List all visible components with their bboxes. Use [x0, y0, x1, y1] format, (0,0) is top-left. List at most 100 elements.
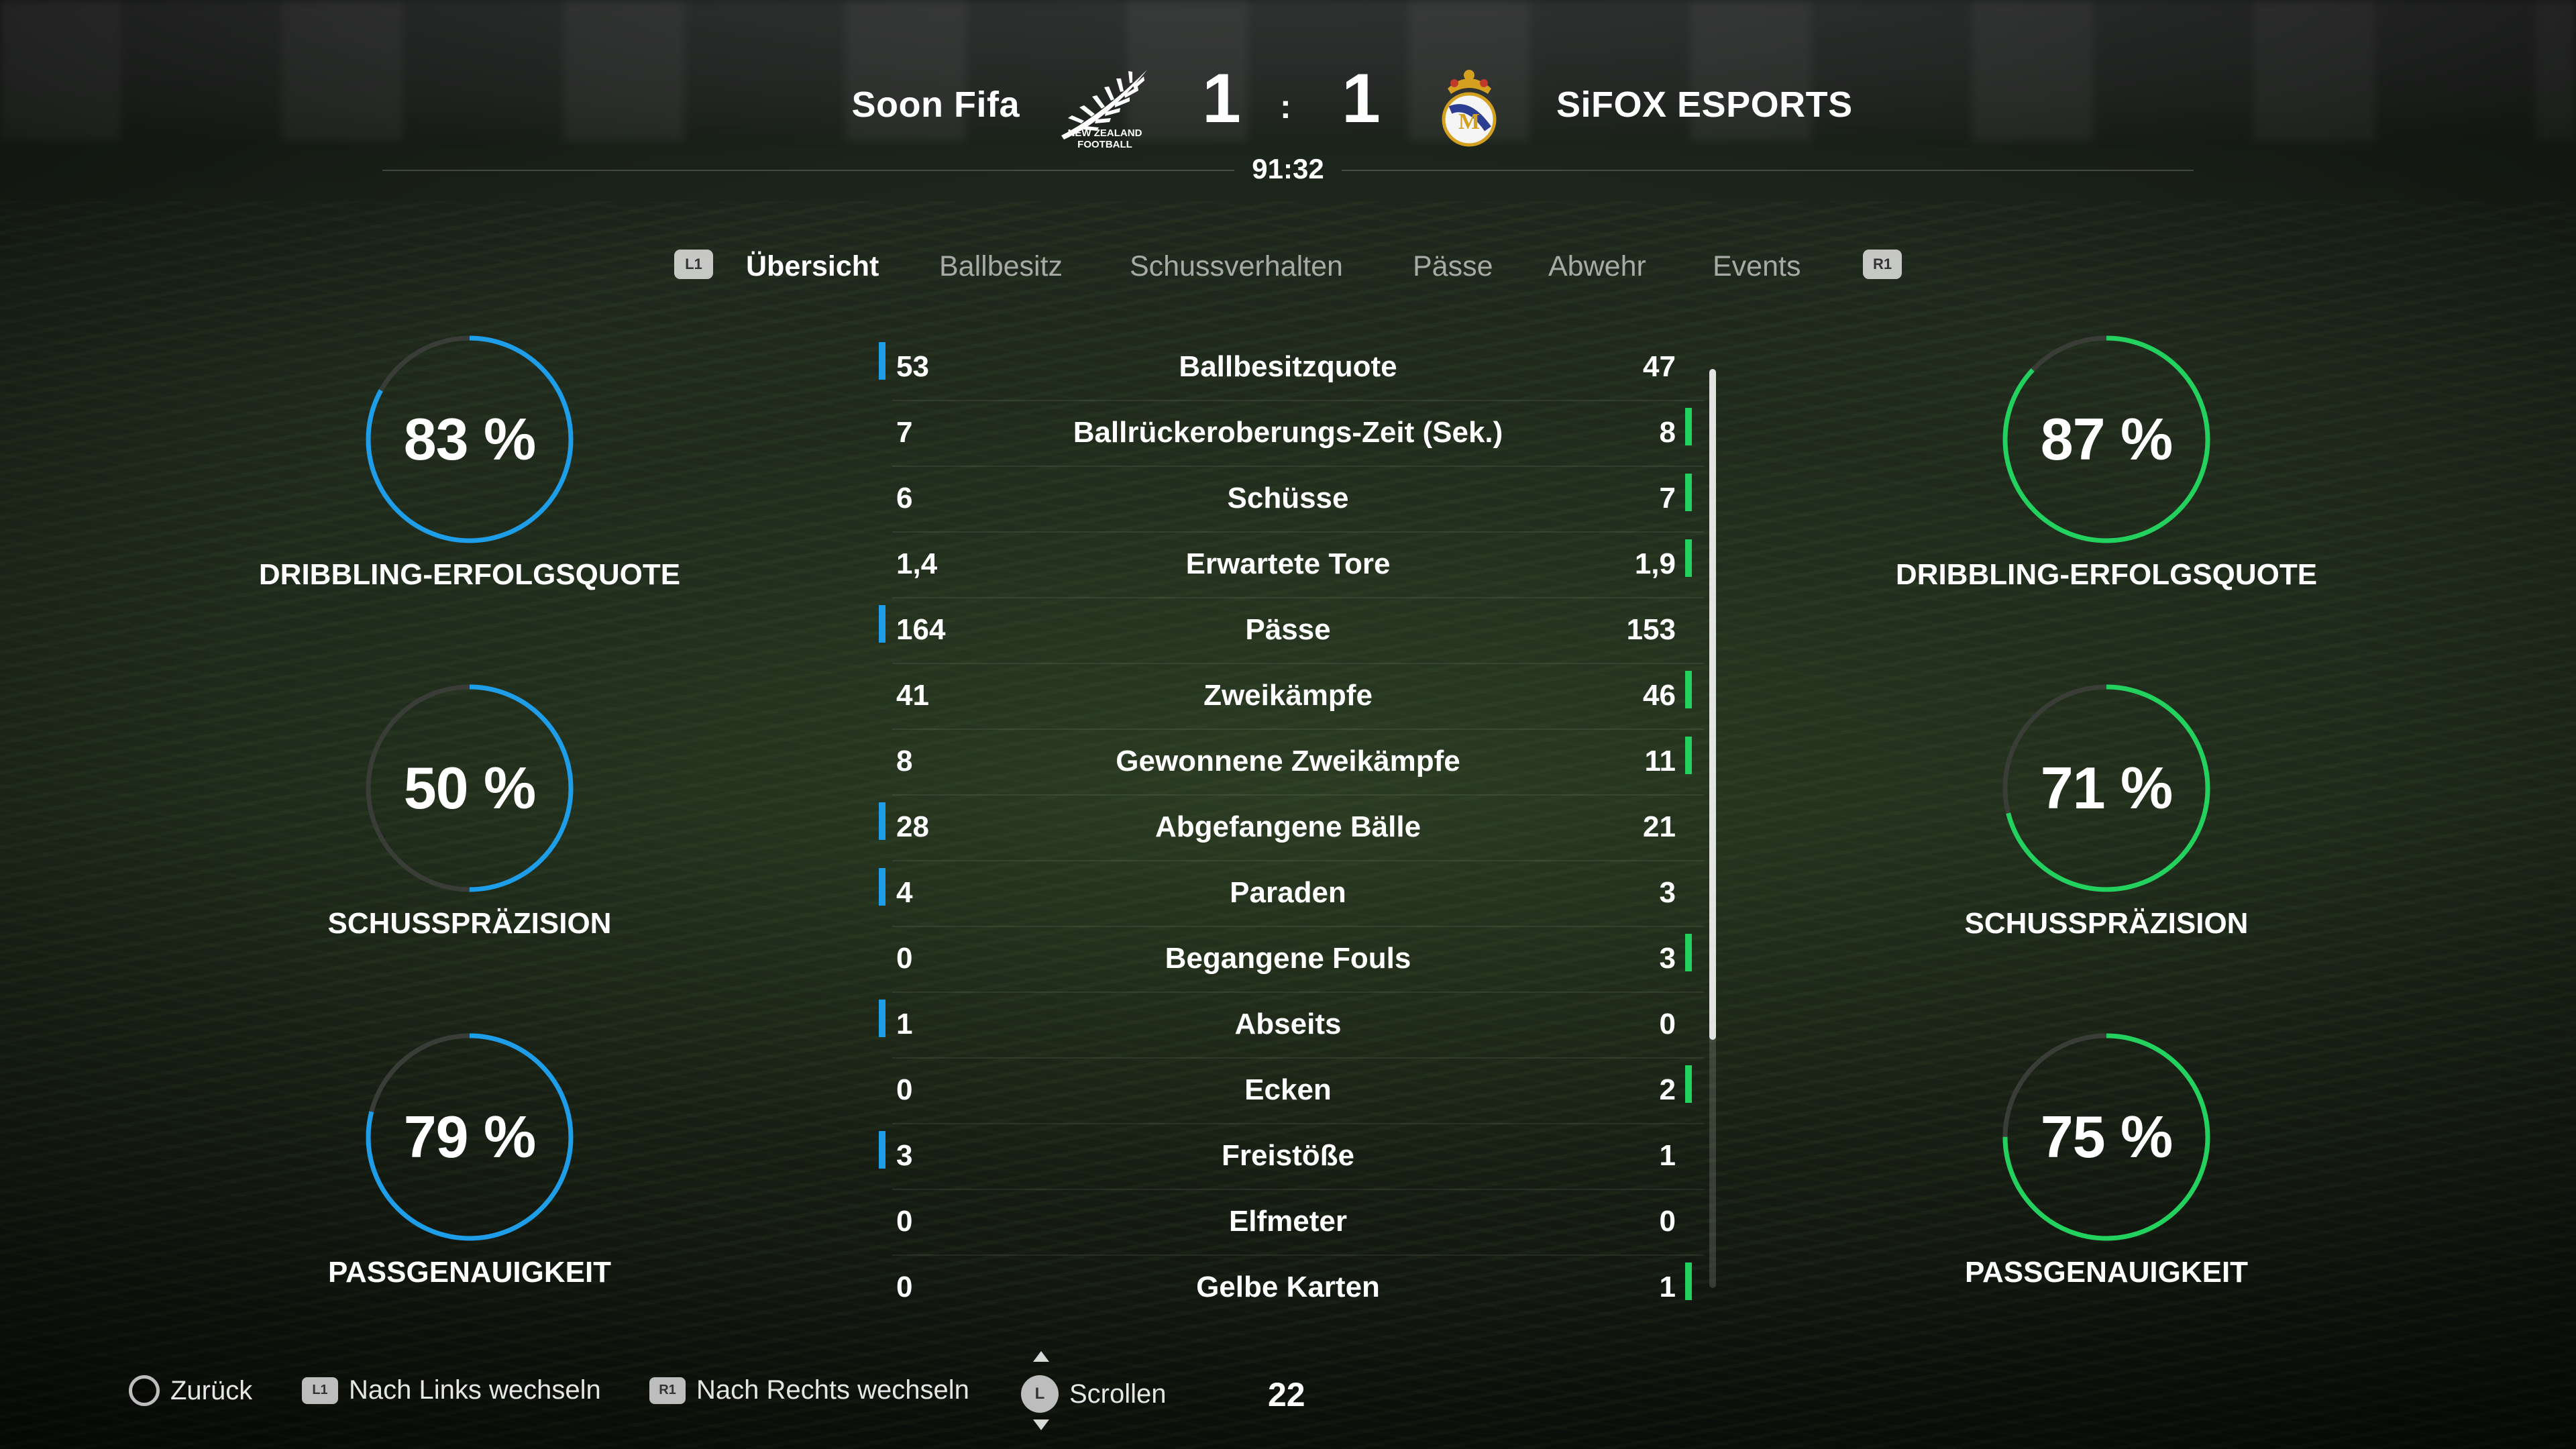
- stat-away-value: 3: [1659, 876, 1676, 909]
- gauge-value: 75 %: [2040, 1104, 2174, 1170]
- gauge-value: 83 %: [403, 406, 537, 472]
- stat-label: Zweikämpfe: [1203, 679, 1373, 712]
- stat-label: Gelbe Karten: [1196, 1271, 1380, 1303]
- tab-events[interactable]: Events: [1713, 250, 1801, 283]
- stat-label: Elfmeter: [1228, 1205, 1348, 1238]
- stat-away-value: 1: [1659, 1271, 1676, 1303]
- stat-away-value: 1,9: [1634, 547, 1676, 580]
- tab-passes[interactable]: Pässe: [1413, 250, 1493, 283]
- tab-possession[interactable]: Ballbesitz: [939, 250, 1063, 283]
- stat-row: 41 Zweikämpfe 46: [872, 664, 1704, 730]
- home-gauge-dribbling-label: DRIBBLING-ERFOLGSQUOTE: [258, 558, 681, 591]
- stat-away-value: 0: [1659, 1008, 1676, 1040]
- stat-label: Gewonnene Zweikämpfe: [1116, 745, 1460, 777]
- stat-label: Pässe: [1245, 613, 1331, 646]
- real-madrid-crest: M: [1442, 70, 1497, 147]
- tab-shooting[interactable]: Schussverhalten: [1130, 250, 1343, 283]
- new-zealand-football-logo-text: NEW ZEALAND FOOTBALL: [1055, 127, 1155, 150]
- home-gauge-pass-accuracy-label: PASSGENAUIGKEIT: [327, 1256, 612, 1289]
- tab-defense[interactable]: Abwehr: [1548, 250, 1646, 283]
- stat-away-value: 3: [1659, 942, 1676, 975]
- away-gauge-pass-accuracy: 75 %: [2000, 1031, 2212, 1243]
- stat-away-value: 2: [1659, 1073, 1676, 1106]
- gauge-value: 71 %: [2040, 755, 2174, 821]
- stick-up-arrow-icon: [1033, 1351, 1049, 1362]
- stat-label: Begangene Fouls: [1165, 942, 1411, 975]
- circle-button-icon: [129, 1375, 160, 1406]
- stats-table[interactable]: 53 Ballbesitzquote 47 7 Ballrückeroberungs-Z…: [872, 335, 1704, 1322]
- header-divider-left: [382, 170, 1234, 171]
- gauge-value: 50 %: [403, 755, 537, 821]
- stat-row: 1 Abseits 0: [872, 993, 1704, 1059]
- stat-row: 4 Paraden 3: [872, 861, 1704, 927]
- away-gauge-pass-accuracy-label: PASSGENAUIGKEIT: [1964, 1256, 2249, 1289]
- away-gauge-dribbling-label: DRIBBLING-ERFOLGSQUOTE: [1895, 558, 2318, 591]
- stat-label: Paraden: [1230, 876, 1346, 909]
- hint-switch-left-label: Nach Links wechseln: [349, 1375, 601, 1405]
- stat-away-value: 7: [1659, 482, 1676, 515]
- logo-text-line2: FOOTBALL: [1077, 139, 1132, 150]
- stat-away-value: 8: [1659, 416, 1676, 449]
- stat-away-value: 1: [1659, 1139, 1676, 1172]
- home-gauge-pass-accuracy: 79 %: [364, 1031, 576, 1243]
- stat-row: 7 Ballrückeroberungs-Zeit (Sek.) 8: [872, 401, 1704, 467]
- hint-switch-left[interactable]: L1 Nach Links wechseln: [302, 1375, 601, 1405]
- home-gauge-shot-accuracy: 50 %: [364, 682, 576, 894]
- stat-label: Schüsse: [1227, 482, 1349, 515]
- stat-row: 3 Freistöße 1: [872, 1124, 1704, 1190]
- r1-button-icon: R1: [649, 1377, 686, 1404]
- stat-row: 28 Abgefangene Bälle 21: [872, 796, 1704, 861]
- stat-label: Ecken: [1244, 1073, 1332, 1106]
- gauge-value: 87 %: [2040, 406, 2174, 472]
- away-team-name: SiFOX ESPORTS: [1556, 85, 1853, 125]
- stat-row: 164 Pässe 153: [872, 598, 1704, 664]
- away-gauge-shot-accuracy-label: SCHUSSPRÄZISION: [1964, 907, 2249, 940]
- hint-back-label: Zurück: [170, 1375, 253, 1405]
- header-divider-right: [1342, 170, 2194, 171]
- home-gauge-shot-accuracy-label: SCHUSSPRÄZISION: [327, 907, 612, 940]
- r1-button-badge[interactable]: R1: [1863, 250, 1902, 279]
- stat-label: Erwartete Tore: [1185, 547, 1391, 580]
- away-score: 1: [1342, 60, 1381, 138]
- l1-button-badge[interactable]: L1: [674, 250, 713, 279]
- hint-switch-right[interactable]: R1 Nach Rechts wechseln: [649, 1375, 969, 1405]
- stat-row: 1,4 Erwartete Tore 1,9: [872, 533, 1704, 598]
- away-gauge-dribbling: 87 %: [2000, 333, 2212, 545]
- l1-button-icon: L1: [302, 1377, 338, 1404]
- stick-down-arrow-icon: [1033, 1419, 1049, 1430]
- stat-away-value: 153: [1626, 613, 1676, 646]
- stat-label: Freistöße: [1221, 1139, 1355, 1172]
- stat-row: 0 Ecken 2: [872, 1059, 1704, 1124]
- hint-switch-right-label: Nach Rechts wechseln: [696, 1375, 969, 1405]
- home-team-name: Soon Fifa: [851, 85, 1020, 125]
- stat-row: 6 Schüsse 7: [872, 467, 1704, 533]
- home-gauge-dribbling: 83 %: [364, 333, 576, 545]
- stat-away-value: 11: [1644, 745, 1676, 777]
- stat-away-value: 0: [1659, 1205, 1676, 1238]
- stat-away-value: 21: [1643, 810, 1676, 843]
- stat-row: 0 Gelbe Karten 1: [872, 1256, 1704, 1322]
- logo-text-line1: NEW ZEALAND: [1067, 127, 1142, 139]
- stat-label: Abseits: [1234, 1008, 1342, 1040]
- stat-label: Abgefangene Bälle: [1155, 810, 1421, 843]
- score-separator: :: [1280, 88, 1291, 125]
- gauge-value: 79 %: [403, 1104, 537, 1170]
- stat-row: 0 Elfmeter 0: [872, 1190, 1704, 1256]
- stat-label: Ballrückeroberungs-Zeit (Sek.): [1073, 416, 1503, 449]
- home-score: 1: [1202, 60, 1241, 138]
- match-clock: 91:32: [1252, 153, 1324, 184]
- stat-label: Ballbesitzquote: [1179, 350, 1397, 383]
- hint-back[interactable]: Zurück: [129, 1375, 252, 1406]
- table-scrollbar[interactable]: [1709, 369, 1716, 1040]
- stat-away-value: 46: [1643, 679, 1676, 712]
- stat-row: 0 Begangene Fouls 3: [872, 927, 1704, 993]
- stat-row: 53 Ballbesitzquote 47: [872, 335, 1704, 401]
- footer-counter: 22: [1268, 1376, 1305, 1413]
- hint-scroll[interactable]: L Scrollen: [1021, 1375, 1167, 1413]
- stat-row: 8 Gewonnene Zweikämpfe 11: [872, 730, 1704, 796]
- hint-scroll-label: Scrollen: [1069, 1379, 1167, 1409]
- away-gauge-shot-accuracy: 71 %: [2000, 682, 2212, 894]
- stat-away-value: 47: [1643, 350, 1676, 383]
- svg-text:M: M: [1458, 109, 1480, 134]
- tab-overview[interactable]: Übersicht: [746, 250, 879, 283]
